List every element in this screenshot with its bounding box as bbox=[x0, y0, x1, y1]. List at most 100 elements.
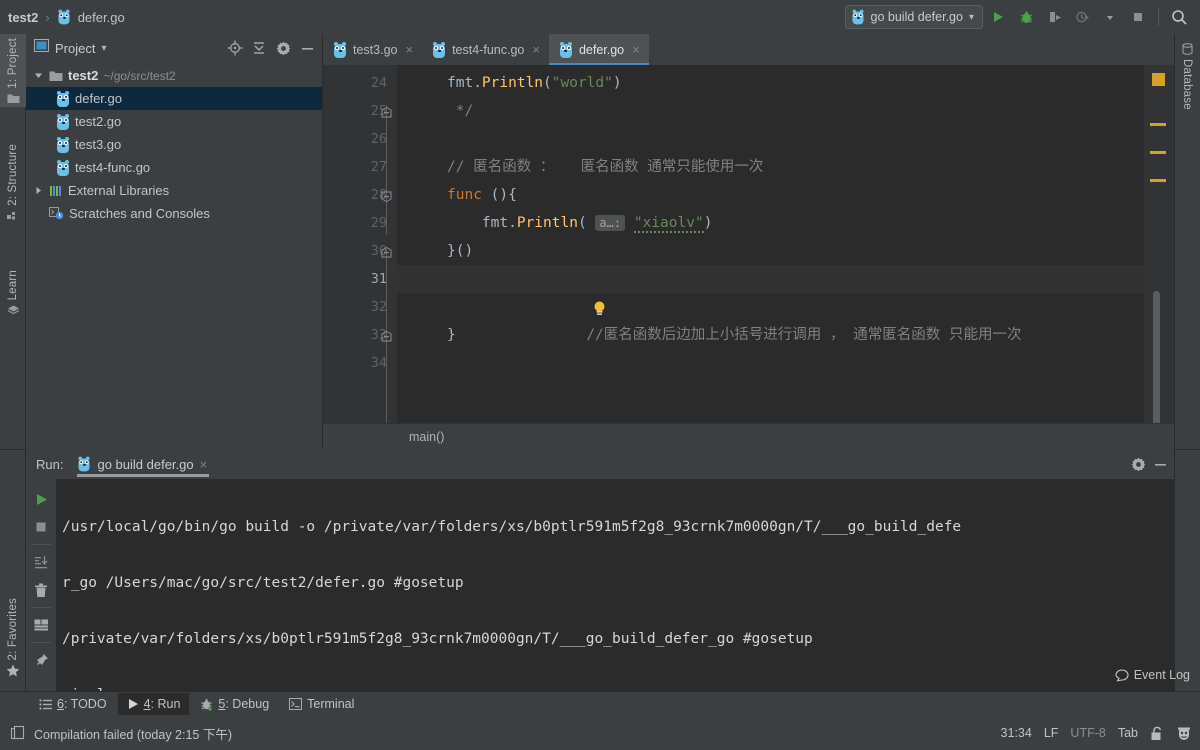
rerun-icon[interactable] bbox=[28, 485, 54, 513]
profile-button[interactable] bbox=[1069, 4, 1095, 30]
tree-item-test4-func-go[interactable]: test4-func.go bbox=[26, 156, 323, 179]
editor-gutter[interactable]: 24 25 26 27 28 29 30 31 32 33 34 bbox=[323, 65, 397, 423]
fold-open-icon[interactable] bbox=[381, 189, 392, 203]
breadcrumb-file[interactable]: defer.go bbox=[78, 10, 125, 25]
stop-icon[interactable] bbox=[28, 513, 54, 541]
chevron-right-icon[interactable] bbox=[32, 186, 44, 195]
learn-icon bbox=[7, 304, 20, 316]
bottom-tab-terminal[interactable]: Terminal bbox=[280, 693, 363, 715]
project-chevron-down-icon[interactable]: ▾ bbox=[101, 43, 106, 54]
code-line-29: fmt.Println( a…: "xiaolv") bbox=[397, 209, 1144, 237]
copy-status-icon[interactable] bbox=[10, 725, 25, 741]
code-line-27: // 匿名函数 ： 匿名函数 通常只能使用一次 bbox=[397, 153, 1144, 181]
warning-marker[interactable] bbox=[1150, 123, 1166, 126]
tree-item-scratches-and-consoles[interactable]: Scratches and Consoles bbox=[26, 202, 323, 225]
editor-tab-test3-go[interactable]: test3.go × bbox=[323, 34, 422, 65]
fold-end-icon[interactable] bbox=[381, 245, 392, 258]
indent-setting[interactable]: Tab bbox=[1118, 726, 1138, 740]
code-editor[interactable]: 24 25 26 27 28 29 30 31 32 33 34 fmt.Pri… bbox=[323, 65, 1174, 423]
breadcrumb-main-func[interactable]: main() bbox=[323, 430, 444, 444]
project-view-icon bbox=[34, 39, 49, 57]
warning-marker[interactable] bbox=[1150, 179, 1166, 182]
project-tree[interactable]: test2 ~/go/src/test2 defer.go test2.go t… bbox=[26, 62, 323, 449]
code-token: Println bbox=[481, 75, 544, 91]
search-icon[interactable] bbox=[1166, 4, 1192, 30]
tree-item-label: test4-func.go bbox=[75, 160, 151, 175]
sidebar-tab-database[interactable]: Database bbox=[1174, 40, 1200, 114]
tree-item-defer-go[interactable]: defer.go bbox=[26, 87, 323, 110]
ide-window: test2 › defer.go go build defer.go ▾ 1: … bbox=[0, 0, 1200, 750]
go-run-config-icon bbox=[851, 9, 864, 25]
editor-tab-defer-go[interactable]: defer.go × bbox=[548, 34, 649, 65]
tree-item-test2-go[interactable]: test2.go bbox=[26, 110, 323, 133]
tree-item-test2[interactable]: test2 ~/go/src/test2 bbox=[26, 64, 323, 87]
editor-tab-label: test4-func.go bbox=[452, 42, 525, 57]
locate-icon[interactable] bbox=[225, 38, 245, 58]
sidebar-tab-favorites[interactable]: 2: Favorites bbox=[0, 594, 26, 680]
file-encoding[interactable]: UTF-8 bbox=[1070, 726, 1105, 740]
inspector-icon[interactable] bbox=[1176, 725, 1192, 741]
code-lines[interactable]: fmt.Println("world") */ // 匿名函数 ： 匿名函数 通… bbox=[397, 65, 1144, 423]
event-log-icon bbox=[1115, 668, 1129, 682]
tree-item-external-libraries[interactable]: External Libraries bbox=[26, 179, 323, 202]
sidebar-tab-structure-label: 2: Structure bbox=[7, 144, 19, 206]
code-token: (){ bbox=[481, 187, 517, 203]
breadcrumb-project[interactable]: test2 bbox=[8, 10, 38, 25]
fold-end-icon[interactable] bbox=[381, 329, 392, 342]
close-icon[interactable]: × bbox=[532, 42, 540, 57]
bottom-tab-run[interactable]: 4: Run bbox=[117, 693, 190, 715]
sidebar-tab-project[interactable]: 1: Project bbox=[0, 34, 26, 107]
close-icon[interactable]: × bbox=[405, 42, 413, 57]
warning-marker[interactable] bbox=[1150, 151, 1166, 154]
go-file-icon bbox=[333, 41, 347, 58]
bottom-tab-number: 6 bbox=[57, 697, 64, 711]
run-button[interactable] bbox=[985, 4, 1011, 30]
editor-right-gutter[interactable] bbox=[1144, 65, 1174, 423]
line-separator[interactable]: LF bbox=[1044, 726, 1059, 740]
close-icon[interactable]: × bbox=[200, 457, 208, 472]
pin-icon[interactable] bbox=[28, 646, 54, 674]
scroll-to-end-icon[interactable] bbox=[28, 548, 54, 576]
fold-end-icon[interactable] bbox=[381, 105, 392, 118]
chevron-down-icon[interactable] bbox=[32, 71, 44, 80]
editor-scrollbar-thumb[interactable] bbox=[1153, 291, 1160, 423]
collapse-all-icon[interactable] bbox=[249, 38, 269, 58]
close-icon[interactable]: × bbox=[632, 42, 640, 57]
minimize-icon[interactable] bbox=[297, 38, 317, 58]
caret-position[interactable]: 31:34 bbox=[1001, 726, 1032, 740]
code-token: fmt. bbox=[447, 215, 517, 231]
code-line-33: } bbox=[397, 321, 1144, 349]
bottom-tab-todo[interactable]: 6: TODO bbox=[30, 693, 116, 715]
run-session-label: go build defer.go bbox=[97, 456, 194, 472]
folder-icon bbox=[49, 70, 63, 82]
minimize-icon[interactable] bbox=[1150, 454, 1170, 474]
run-configuration-selector[interactable]: go build defer.go ▾ bbox=[844, 5, 983, 29]
status-message[interactable]: Compilation failed (today 2:15 下午) bbox=[34, 724, 232, 743]
go-file-icon bbox=[56, 90, 70, 107]
debug-button[interactable] bbox=[1013, 4, 1039, 30]
sidebar-tab-structure[interactable]: 2: Structure bbox=[0, 140, 26, 224]
lock-icon[interactable] bbox=[1150, 726, 1164, 741]
project-panel-title: Project bbox=[55, 40, 96, 56]
settings-icon[interactable] bbox=[273, 38, 293, 58]
event-log-button[interactable]: Event Log bbox=[1115, 668, 1190, 682]
stop-button[interactable] bbox=[1125, 4, 1151, 30]
bottom-tab-debug[interactable]: 5: Debug bbox=[191, 693, 278, 715]
tree-item-test3-go[interactable]: test3.go bbox=[26, 133, 323, 156]
parameter-hint[interactable]: a…: bbox=[595, 215, 626, 231]
editor-tab-test4-func-go[interactable]: test4-func.go × bbox=[422, 34, 549, 65]
layout-icon[interactable] bbox=[28, 611, 54, 639]
profile-dropdown-icon[interactable] bbox=[1097, 4, 1123, 30]
toolbar-divider bbox=[1158, 8, 1159, 26]
code-token: Println bbox=[516, 215, 578, 231]
warning-marker[interactable] bbox=[1152, 73, 1165, 86]
trash-icon[interactable] bbox=[28, 576, 54, 604]
run-with-coverage-button[interactable] bbox=[1041, 4, 1067, 30]
run-session-tab[interactable]: go build defer.go × bbox=[73, 449, 213, 479]
sidebar-tab-learn[interactable]: Learn bbox=[0, 266, 26, 319]
code-token: } bbox=[447, 327, 456, 343]
tree-item-label: test2 bbox=[68, 68, 99, 83]
code-token: func bbox=[447, 187, 482, 203]
bottom-tool-bar: 6: TODO 4: Run 5: Debug Terminal Event L… bbox=[0, 668, 1200, 716]
settings-icon[interactable] bbox=[1128, 454, 1148, 474]
